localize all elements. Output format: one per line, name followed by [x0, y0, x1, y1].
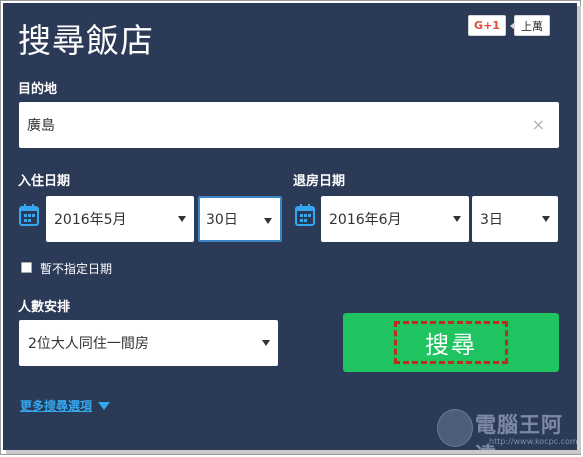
destination-label: 目的地	[18, 82, 58, 97]
no-dates-label[interactable]: 暫不指定日期	[40, 260, 112, 277]
checkin-month-select[interactable]: 2016年5月	[46, 196, 194, 242]
calendar-icon[interactable]	[295, 204, 315, 226]
chevron-down-icon	[178, 216, 186, 222]
watermark: 電腦王阿達 http://www.kocpc.com.tw	[431, 407, 577, 450]
chevron-down-icon	[262, 340, 270, 346]
frame-shadow-bottom	[6, 450, 581, 454]
checkout-label: 退房日期	[293, 174, 346, 189]
mascot-logo	[437, 409, 473, 447]
triangle-down-icon	[98, 401, 111, 410]
chevron-down-icon	[453, 216, 461, 222]
watermark-url: http://www.kocpc.com.tw	[489, 437, 577, 446]
search-button-highlight: 搜尋	[394, 321, 508, 364]
guests-label: 人數安排	[18, 300, 71, 315]
more-search-options-link[interactable]: 更多搜尋選項	[20, 397, 111, 414]
checkin-month-value: 2016年5月	[54, 212, 127, 228]
checkout-day-value: 3日	[480, 212, 503, 228]
calendar-icon[interactable]	[19, 204, 39, 226]
guests-value: 2位大人同住一間房	[28, 336, 149, 352]
checkout-day-select[interactable]: 3日	[472, 196, 558, 242]
destination-value: 廣島	[27, 118, 55, 134]
guests-select[interactable]: 2位大人同住一間房	[19, 320, 278, 366]
search-button[interactable]: 搜尋	[343, 313, 559, 372]
no-dates-checkbox[interactable]	[21, 262, 32, 273]
checkout-month-select[interactable]: 2016年6月	[321, 196, 469, 242]
google-plus-count: 上萬	[510, 15, 550, 36]
frame-shadow-right	[577, 6, 581, 453]
chevron-down-icon	[542, 216, 550, 222]
chevron-down-icon	[264, 218, 272, 224]
hotel-search-panel: 搜尋飯店 G+1 上萬 目的地 廣島 × 入住日期 退房日期 2016年5月 3…	[3, 3, 577, 450]
checkout-month-value: 2016年6月	[329, 212, 402, 228]
google-plus-widget: G+1 上萬	[468, 15, 550, 36]
more-options-label: 更多搜尋選項	[20, 399, 93, 413]
google-plus-button[interactable]: G+1	[468, 15, 506, 36]
page-title: 搜尋飯店	[18, 21, 154, 60]
checkin-label: 入住日期	[18, 174, 71, 189]
search-button-label: 搜尋	[425, 331, 477, 359]
checkin-day-select[interactable]: 30日	[198, 196, 282, 242]
destination-input[interactable]: 廣島 ×	[19, 102, 559, 148]
clear-icon[interactable]: ×	[532, 115, 545, 134]
checkin-day-value: 30日	[206, 212, 238, 228]
